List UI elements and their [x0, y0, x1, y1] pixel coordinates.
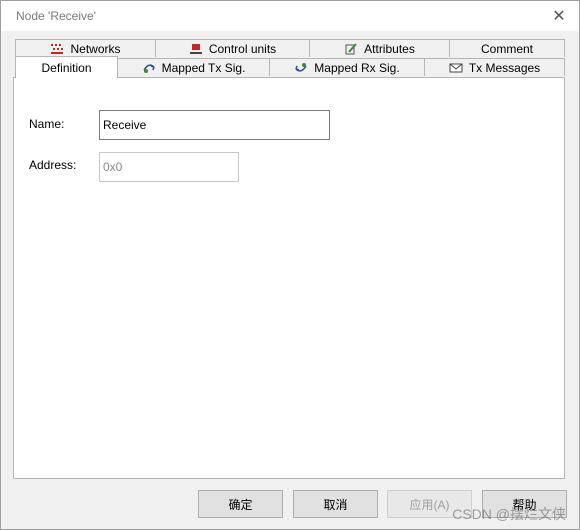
name-label: Name: — [29, 117, 65, 131]
address-label: Address: — [29, 158, 77, 172]
envelope-icon — [449, 62, 463, 74]
tab-mapped-rx-sig[interactable]: Mapped Rx Sig. — [269, 58, 425, 76]
ok-button[interactable]: 确定 — [198, 490, 283, 518]
help-button[interactable]: 帮助 — [482, 490, 567, 518]
tab-tx-messages[interactable]: Tx Messages — [424, 58, 565, 76]
attributes-icon — [344, 42, 358, 55]
cancel-button[interactable]: 取消 — [293, 490, 378, 518]
tab-label: Mapped Rx Sig. — [314, 60, 400, 75]
tab-label: Control units — [208, 41, 277, 56]
name-field[interactable] — [99, 110, 330, 140]
close-icon: ✕ — [552, 8, 566, 25]
tab-label: Definition — [41, 60, 92, 75]
mapped-rx-icon — [294, 62, 308, 74]
tab-mapped-tx-sig[interactable]: Mapped Tx Sig. — [117, 58, 270, 76]
mapped-tx-icon — [142, 62, 156, 74]
title-bar: Node 'Receive' ✕ — [1, 1, 579, 31]
tab-label: Attributes — [364, 41, 415, 56]
tab-networks[interactable]: Networks — [15, 39, 156, 57]
tab-label: Mapped Tx Sig. — [161, 60, 246, 75]
tab-definition[interactable]: Definition — [15, 56, 118, 78]
close-button[interactable]: ✕ — [545, 3, 573, 29]
definition-panel: Name: Address: — [13, 77, 565, 479]
networks-icon — [50, 43, 64, 55]
tab-control-units[interactable]: Control units — [155, 39, 310, 57]
window-title: Node 'Receive' — [16, 9, 96, 23]
tab-attributes[interactable]: Attributes — [309, 39, 450, 57]
tab-label: Networks — [70, 41, 121, 56]
tab-label: Tx Messages — [468, 60, 541, 75]
control-units-icon — [189, 43, 203, 55]
apply-button: 应用(A) — [387, 490, 472, 518]
address-field — [99, 152, 239, 182]
tab-comment[interactable]: Comment — [449, 39, 565, 57]
node-properties-dialog: Node 'Receive' ✕ Networks Control units … — [0, 0, 580, 530]
tab-label: Comment — [480, 41, 533, 56]
